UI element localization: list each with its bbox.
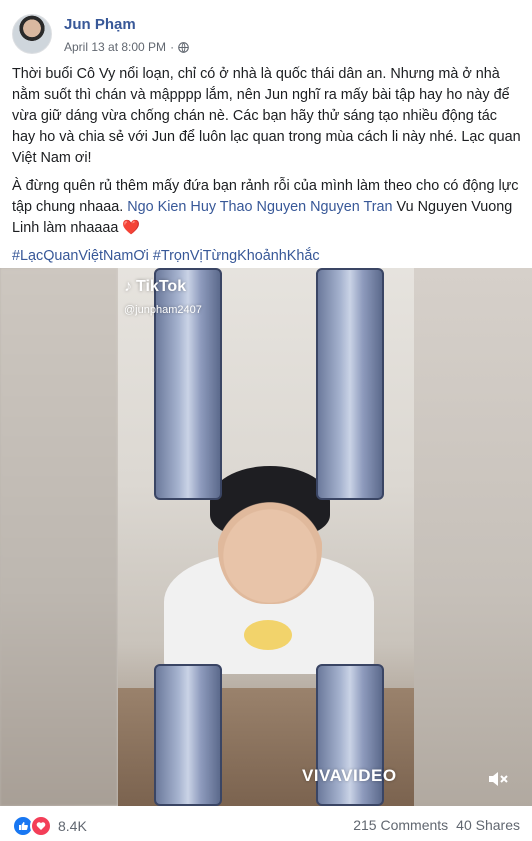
reaction-count[interactable]: 8.4K xyxy=(58,818,87,834)
tiktok-watermark: ♪ TikTok xyxy=(124,278,186,296)
hashtags-link[interactable]: #LạcQuanViệtNamƠi #TrọnVịTừngKhoảnhKhắc xyxy=(12,246,522,267)
post-date[interactable]: April 13 at 8:00 PM xyxy=(64,40,166,54)
love-icon xyxy=(30,815,52,837)
tiktok-label: TikTok xyxy=(136,278,187,295)
mute-icon[interactable] xyxy=(486,768,510,790)
comments-count[interactable]: 215 Comments xyxy=(353,817,448,833)
tiktok-handle: @junpham2407 xyxy=(124,304,202,316)
meta-separator: · xyxy=(170,40,175,54)
post-paragraph-2: À đừng quên rủ thêm mấy đứa bạn rảnh rỗi… xyxy=(12,176,522,239)
post-meta: April 13 at 8:00 PM · xyxy=(64,40,189,54)
vivavideo-watermark: VIVAVIDEO xyxy=(302,766,397,785)
avatar[interactable] xyxy=(12,14,52,54)
person-face xyxy=(218,484,322,604)
heart-icon: ❤️ xyxy=(122,220,141,236)
video-frame: ♪ TikTok @junpham2407 VIVAVIDEO xyxy=(118,268,414,806)
tagged-friends-link[interactable]: Ngo Kien Huy Thao Nguyen Nguyen Tran xyxy=(127,199,392,215)
shares-count[interactable]: 40 Shares xyxy=(456,817,520,833)
author-name[interactable]: Jun Phạm xyxy=(64,16,136,33)
tiktok-icon: ♪ xyxy=(124,278,132,295)
pillar-top-left xyxy=(154,268,222,500)
globe-icon[interactable] xyxy=(178,41,189,53)
video-blur-left xyxy=(0,268,118,806)
video-player[interactable]: ♪ TikTok @junpham2407 VIVAVIDEO xyxy=(0,268,532,806)
reactions-summary[interactable]: 8.4K xyxy=(12,815,87,837)
pillar-bottom-left xyxy=(154,664,222,806)
mouth-item xyxy=(244,620,292,650)
video-blur-right xyxy=(414,268,532,806)
post-text: Thời buổi Cô Vy nổi loạn, chỉ có ở nhà l… xyxy=(12,64,522,274)
pillar-top-right xyxy=(316,268,384,500)
post-header: Jun Phạm April 13 at 8:00 PM · xyxy=(12,10,520,56)
engagement-stats: 215 Comments 40 Shares xyxy=(353,817,520,833)
post-footer: 8.4K 215 Comments 40 Shares xyxy=(12,812,520,838)
post-paragraph-1: Thời buổi Cô Vy nổi loạn, chỉ có ở nhà l… xyxy=(12,66,521,166)
